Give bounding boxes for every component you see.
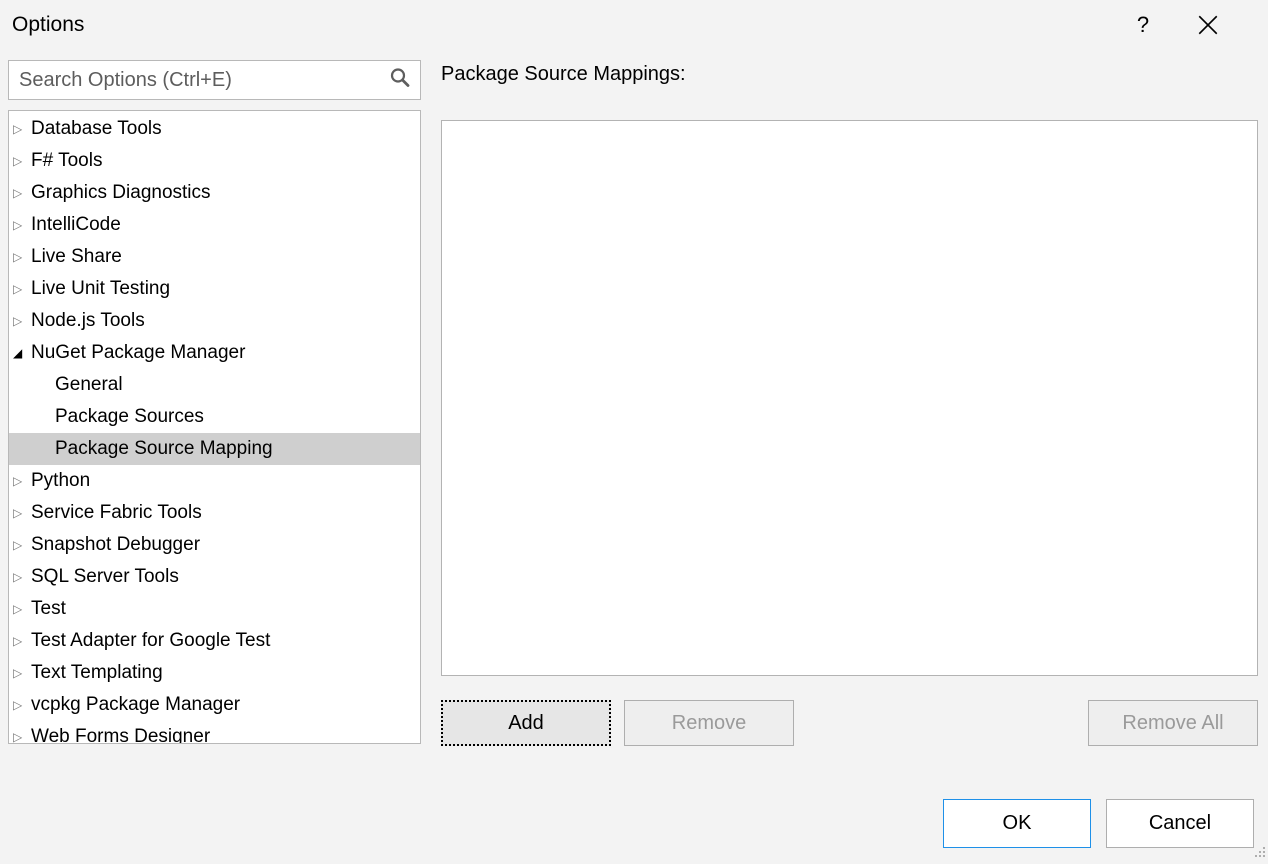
tree-item-intellicode[interactable]: ▷IntelliCode [9,209,420,241]
section-label: Package Source Mappings: [441,63,1258,86]
cancel-button[interactable]: Cancel [1106,799,1254,848]
tree-item-label: F# Tools [31,150,102,172]
title-bar: Options ? [0,0,1268,60]
chevron-right-icon: ▷ [13,250,29,264]
search-icon[interactable] [390,68,410,93]
tree-item-label: Test [31,598,66,620]
title-controls: ? [1128,10,1258,40]
chevron-right-icon: ▷ [13,730,29,743]
tree-item-nodejs-tools[interactable]: ▷Node.js Tools [9,305,420,337]
tree-item-label: Live Share [31,246,122,268]
tree-item-test-adapter-google-test[interactable]: ▷Test Adapter for Google Test [9,625,420,657]
chevron-right-icon: ▷ [13,666,29,680]
tree-item-label: SQL Server Tools [31,566,179,588]
tree-item-label: Python [31,470,90,492]
tree-item-label: Snapshot Debugger [31,534,200,556]
tree-item-label: NuGet Package Manager [31,342,245,364]
tree-item-vcpkg-package-manager[interactable]: ▷vcpkg Package Manager [9,689,420,721]
tree-item-label: vcpkg Package Manager [31,694,240,716]
tree-container: ▷Database Tools ▷F# Tools ▷Graphics Diag… [8,110,421,744]
chevron-right-icon: ▷ [13,538,29,552]
ok-button[interactable]: OK [943,799,1091,848]
remove-all-button[interactable]: Remove All [1088,700,1258,746]
tree-item-web-forms-designer[interactable]: ▷Web Forms Designer [9,721,420,743]
tree-item-python[interactable]: ▷Python [9,465,420,497]
tree-item-nuget-package-manager[interactable]: ◢NuGet Package Manager [9,337,420,369]
tree-item-live-share[interactable]: ▷Live Share [9,241,420,273]
tree-item-graphics-diagnostics[interactable]: ▷Graphics Diagnostics [9,177,420,209]
chevron-right-icon: ▷ [13,154,29,168]
help-icon[interactable]: ? [1128,10,1158,40]
tree-item-label: Graphics Diagnostics [31,182,211,204]
chevron-right-icon: ▷ [13,602,29,616]
main-area: ▷Database Tools ▷F# Tools ▷Graphics Diag… [0,60,1268,746]
left-panel: ▷Database Tools ▷F# Tools ▷Graphics Diag… [8,60,421,746]
remove-button[interactable]: Remove [624,700,794,746]
tree-item-snapshot-debugger[interactable]: ▷Snapshot Debugger [9,529,420,561]
tree-item-live-unit-testing[interactable]: ▷Live Unit Testing [9,273,420,305]
search-input[interactable] [9,63,420,98]
search-wrapper [8,60,421,100]
chevron-right-icon: ▷ [13,282,29,296]
tree-item-label: Service Fabric Tools [31,502,202,524]
tree-item-label: Database Tools [31,118,162,140]
close-icon[interactable] [1193,10,1223,40]
chevron-right-icon: ▷ [13,122,29,136]
tree-item-label: Package Source Mapping [55,438,273,460]
tree-item-label: Test Adapter for Google Test [31,630,270,652]
mappings-list[interactable] [441,120,1258,676]
dialog-buttons: OK Cancel [943,799,1254,848]
mappings-button-row: Add Remove Remove All [441,700,1258,746]
tree-item-database-tools[interactable]: ▷Database Tools [9,113,420,145]
right-panel: Package Source Mappings: Add Remove Remo… [441,60,1258,746]
chevron-right-icon: ▷ [13,218,29,232]
chevron-right-icon: ▷ [13,474,29,488]
tree-item-service-fabric-tools[interactable]: ▷Service Fabric Tools [9,497,420,529]
chevron-right-icon: ▷ [13,186,29,200]
tree-item-label: Text Templating [31,662,163,684]
options-tree[interactable]: ▷Database Tools ▷F# Tools ▷Graphics Diag… [9,111,420,743]
tree-item-package-source-mapping[interactable]: Package Source Mapping [9,433,420,465]
tree-item-label: Web Forms Designer [31,726,210,743]
tree-item-sql-server-tools[interactable]: ▷SQL Server Tools [9,561,420,593]
add-button[interactable]: Add [441,700,611,746]
chevron-right-icon: ▷ [13,698,29,712]
tree-item-test[interactable]: ▷Test [9,593,420,625]
tree-item-package-sources[interactable]: Package Sources [9,401,420,433]
tree-item-label: IntelliCode [31,214,121,236]
resize-grip-icon[interactable] [1253,845,1267,859]
tree-item-label: Live Unit Testing [31,278,170,300]
chevron-right-icon: ▷ [13,570,29,584]
chevron-down-icon: ◢ [13,346,29,360]
tree-item-text-templating[interactable]: ▷Text Templating [9,657,420,689]
chevron-right-icon: ▷ [13,634,29,648]
tree-item-label: Node.js Tools [31,310,145,332]
tree-item-fsharp-tools[interactable]: ▷F# Tools [9,145,420,177]
chevron-right-icon: ▷ [13,314,29,328]
tree-item-label: General [55,374,123,396]
dialog-title: Options [12,13,84,37]
tree-item-label: Package Sources [55,406,204,428]
chevron-right-icon: ▷ [13,506,29,520]
tree-item-general[interactable]: General [9,369,420,401]
